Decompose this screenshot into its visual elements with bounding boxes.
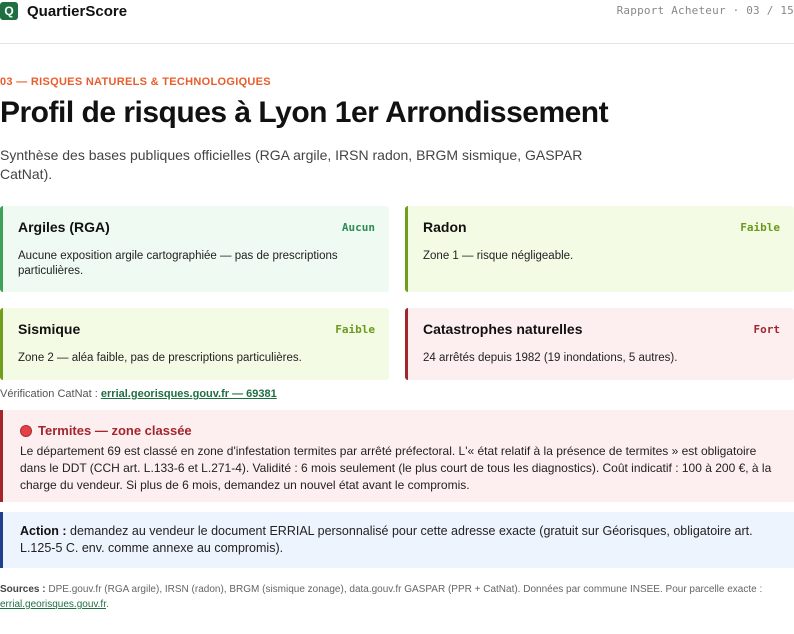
logo-icon: Q xyxy=(0,2,18,20)
top-bar: Q QuartierScore Rapport Acheteur · 03 / … xyxy=(0,0,794,44)
risk-card-description: Zone 2 — aléa faible, pas de prescriptio… xyxy=(18,352,302,364)
risk-card-title: Argiles (RGA) xyxy=(18,219,110,235)
sources-end: . xyxy=(105,599,109,610)
risk-card-title: Catastrophes naturelles xyxy=(423,321,583,337)
risk-card-title: Radon xyxy=(423,219,467,235)
alert-title: Termites — zone classée xyxy=(38,423,192,438)
risk-card-catnat: Catastrophes naturelles Fort 24 arrêtés … xyxy=(405,308,794,380)
action-text: demandez au vendeur le document ERRIAL p… xyxy=(20,524,753,555)
termites-alert: Termites — zone classée Le département 6… xyxy=(0,410,794,502)
risk-level-badge: Faible xyxy=(740,221,780,234)
sources-label: Sources : xyxy=(0,584,46,595)
risk-level-badge: Faible xyxy=(335,323,375,336)
risk-card-title: Sismique xyxy=(18,321,81,337)
section-label: 03 — RISQUES NATURELS & TECHNOLOGIQUES xyxy=(0,76,271,88)
brand[interactable]: Q QuartierScore xyxy=(0,2,127,20)
page-subtitle: Synthèse des bases publiques officielles… xyxy=(0,147,583,182)
sources-footnote: Sources : DPE.gouv.fr (RGA argile), IRSN… xyxy=(0,582,794,612)
page-title: Profil de risques à Lyon 1er Arrondissem… xyxy=(0,96,609,129)
risk-level-badge: Aucun xyxy=(341,221,375,234)
report-page-indicator: Rapport Acheteur · 03 / 15 xyxy=(616,4,794,17)
risk-card-argiles: Argiles (RGA) Aucun Aucune exposition ar… xyxy=(0,206,389,292)
verification-label: Vérification CatNat : xyxy=(0,388,98,400)
sources-errial-link[interactable]: errial.georisques.gouv.fr xyxy=(0,599,106,610)
risk-level-badge: Fort xyxy=(753,323,781,336)
alert-body: Le département 69 est classé en zone d'i… xyxy=(20,444,772,492)
red-circle-icon xyxy=(20,424,32,437)
brand-name: QuartierScore xyxy=(27,2,128,20)
risk-card-description: Zone 1 — risque négligeable. xyxy=(423,250,574,262)
risk-card-sismique: Sismique Faible Zone 2 — aléa faible, pa… xyxy=(0,308,389,380)
risk-card-radon: Radon Faible Zone 1 — risque négligeable… xyxy=(405,206,794,292)
risk-card-description: Aucune exposition argile cartographiée —… xyxy=(18,250,338,277)
action-box: Action : demandez au vendeur le document… xyxy=(0,512,794,568)
sources-text: DPE.gouv.fr (RGA argile), IRSN (radon), … xyxy=(48,584,763,595)
errial-link[interactable]: errial.georisques.gouv.fr — 69381 xyxy=(101,388,277,400)
risk-card-description: 24 arrêtés depuis 1982 (19 inondations, … xyxy=(423,352,678,364)
catnat-verification: Vérification CatNat : errial.georisques.… xyxy=(0,388,277,400)
action-label: Action : xyxy=(20,524,67,538)
